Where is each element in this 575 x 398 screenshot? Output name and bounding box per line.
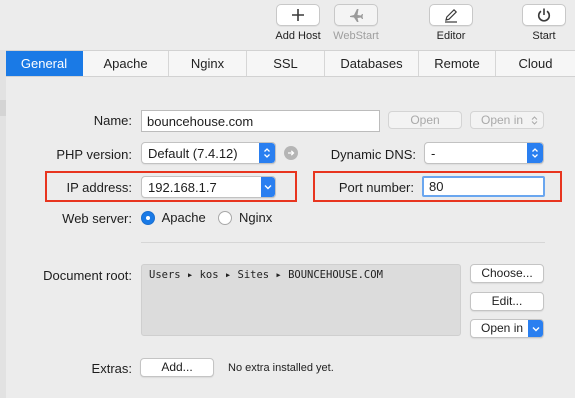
php-version-label: PHP version:: [56, 147, 132, 162]
dynamic-dns-popup[interactable]: -: [424, 142, 544, 164]
php-version-value: Default (7.4.12): [148, 145, 238, 161]
open-in-label: Open in: [481, 113, 524, 127]
choose-button[interactable]: Choose...: [470, 264, 544, 283]
plus-icon: [276, 4, 320, 26]
tab-databases[interactable]: Databases: [325, 51, 419, 76]
chevron-updown-icon: [531, 116, 538, 125]
chevron-down-icon: [261, 177, 275, 197]
open-in-popup[interactable]: Open in: [470, 111, 544, 129]
ip-address-value: 192.168.1.7: [148, 179, 217, 195]
open-in-bottom-label: Open in: [481, 321, 524, 335]
tab-general[interactable]: General: [6, 51, 83, 76]
tab-cloud[interactable]: Cloud: [496, 51, 575, 76]
dynamic-dns-label: Dynamic DNS:: [330, 147, 416, 162]
start-label: Start: [532, 30, 556, 42]
chevron-updown-icon: [527, 143, 543, 163]
ip-address-label: IP address:: [66, 180, 132, 195]
radio-unselected-icon: [218, 210, 233, 225]
chevron-down-icon: [528, 320, 543, 337]
name-label: Name:: [93, 113, 132, 128]
web-server-label: Web server:: [62, 211, 132, 226]
add-extra-button[interactable]: Add...: [140, 358, 214, 377]
toolbar: Add Host WebStart Editor Start: [0, 0, 575, 50]
radio-apache[interactable]: Apache: [141, 209, 209, 226]
name-field[interactable]: bouncehouse.com: [141, 110, 380, 132]
web-server-radio-group: Apache Nginx: [141, 209, 272, 225]
power-icon: [522, 4, 566, 26]
tab-bar: General Apache Nginx SSL Databases Remot…: [6, 50, 575, 77]
editor-label: Editor: [436, 30, 466, 42]
radio-selected-icon: [141, 210, 155, 225]
port-number-label: Port number:: [338, 180, 414, 195]
arrow-right-icon[interactable]: [284, 146, 298, 160]
airplane-icon: [334, 4, 378, 26]
editor-button[interactable]: Editor: [422, 4, 480, 42]
dynamic-dns-value: -: [431, 145, 436, 161]
pencil-icon: [429, 4, 473, 26]
document-root-label: Document root:: [43, 268, 132, 283]
tab-nginx[interactable]: Nginx: [169, 51, 247, 76]
edit-button[interactable]: Edit...: [470, 292, 544, 311]
extras-label: Extras:: [91, 361, 132, 376]
start-button[interactable]: Start: [515, 4, 573, 42]
radio-nginx[interactable]: Nginx: [218, 209, 273, 226]
port-number-field[interactable]: 80: [422, 176, 545, 197]
open-in-popup-bottom[interactable]: Open in: [470, 319, 544, 338]
webstart-button[interactable]: WebStart: [327, 4, 385, 42]
php-version-popup[interactable]: Default (7.4.12): [141, 142, 276, 164]
tab-ssl[interactable]: SSL: [247, 51, 325, 76]
document-root-path: Users ▸ kos ▸ Sites ▸ BOUNCEHOUSE.COM: [141, 264, 461, 336]
ip-address-popup[interactable]: 192.168.1.7: [141, 176, 276, 198]
add-host-label: Add Host: [275, 30, 321, 42]
extras-status: No extra installed yet.: [228, 362, 334, 374]
open-button[interactable]: Open: [388, 111, 462, 129]
webstart-label: WebStart: [333, 30, 379, 42]
tab-apache[interactable]: Apache: [83, 51, 169, 76]
add-host-button[interactable]: Add Host: [269, 4, 327, 42]
chevron-updown-icon: [259, 143, 275, 163]
radio-apache-label: Apache: [161, 210, 206, 226]
radio-nginx-label: Nginx: [238, 210, 273, 226]
section-divider: [141, 242, 545, 243]
tab-remote[interactable]: Remote: [419, 51, 496, 76]
